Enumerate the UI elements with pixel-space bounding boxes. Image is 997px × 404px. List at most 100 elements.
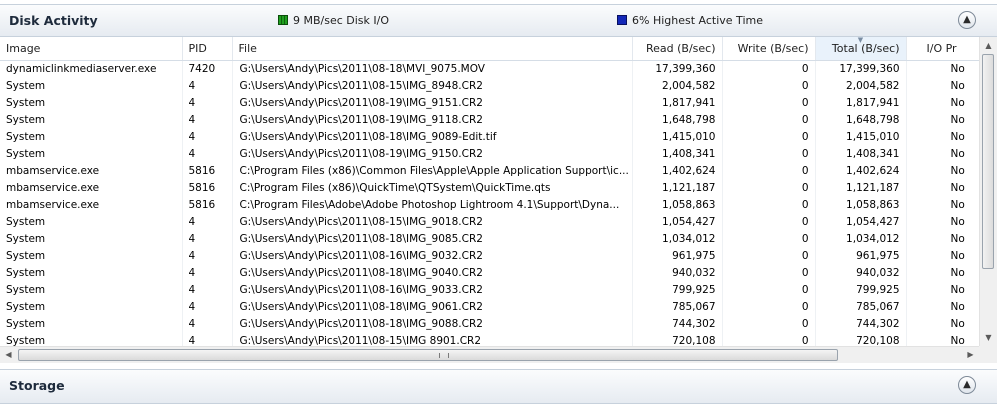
storage-collapse-button[interactable]: ▲: [958, 376, 976, 394]
cell-write: 0: [722, 230, 816, 247]
column-header-total-label: Total (B/sec): [831, 41, 900, 55]
cell-io-priority: No: [906, 145, 979, 162]
cell-write: 0: [722, 77, 816, 94]
cell-file: G:\Users\Andy\Pics\2011\08-19\IMG_9150.C…: [232, 145, 633, 162]
scroll-left-arrow-icon[interactable]: ◀: [0, 347, 17, 363]
disk-activity-collapse-button[interactable]: ▲: [958, 11, 976, 29]
cell-read: 1,415,010: [632, 128, 723, 145]
cell-image: mbamservice.exe: [0, 162, 183, 179]
cell-pid: 4: [182, 111, 233, 128]
table-row[interactable]: System 4 G:\Users\Andy\Pics\2011\08-16\IMG…: [0, 281, 979, 298]
scroll-down-arrow-icon[interactable]: ▼: [980, 329, 997, 346]
cell-total: 744,302: [815, 315, 907, 332]
column-header-image[interactable]: Image: [0, 37, 183, 61]
table-row[interactable]: System 4 G:\Users\Andy\Pics\2011\08-18\IMG…: [0, 230, 979, 247]
cell-pid: 4: [182, 230, 233, 247]
cell-read: 1,058,863: [632, 196, 723, 213]
scroll-grip-icon: [439, 353, 449, 358]
cell-total: 1,402,624: [815, 162, 907, 179]
table-row[interactable]: System 4 G:\Users\Andy\Pics\2011\08-19\IMG…: [0, 145, 979, 162]
table-row[interactable]: System 4 G:\Users\Andy\Pics\2011\08-18\IMG…: [0, 128, 979, 145]
cell-read: 744,302: [632, 315, 723, 332]
cell-io-priority: No: [906, 230, 979, 247]
cell-write: 0: [722, 247, 816, 264]
cell-total: 961,975: [815, 247, 907, 264]
cell-pid: 4: [182, 298, 233, 315]
table-row[interactable]: mbamservice.exe 5816 C:\Program Files\Adob…: [0, 196, 979, 213]
cell-total: 1,415,010: [815, 128, 907, 145]
cell-pid: 4: [182, 128, 233, 145]
cell-read: 961,975: [632, 247, 723, 264]
storage-header[interactable]: Storage ▲: [0, 369, 997, 404]
cell-file: G:\Users\Andy\Pics\2011\08-18\IMG_9085.C…: [232, 230, 633, 247]
cell-file: G:\Users\Andy\Pics\2011\08-18\MVI_9075.M…: [232, 60, 633, 77]
cell-read: 1,817,941: [632, 94, 723, 111]
cell-image: System: [0, 111, 183, 128]
table-row[interactable]: System 4 G:\Users\Andy\Pics\2011\08-15\IMG…: [0, 332, 979, 346]
cell-image: System: [0, 145, 183, 162]
cell-io-priority: No: [906, 298, 979, 315]
cell-io-priority: No: [906, 315, 979, 332]
column-header-write[interactable]: Write (B/sec): [722, 37, 816, 61]
table-row[interactable]: System 4 G:\Users\Andy\Pics\2011\08-15\IMG…: [0, 213, 979, 230]
cell-pid: 4: [182, 145, 233, 162]
table-row[interactable]: dynamiclinkmediaserver.exe 7420 G:\Users\A…: [0, 60, 979, 77]
cell-image: mbamservice.exe: [0, 196, 183, 213]
cell-image: mbamservice.exe: [0, 179, 183, 196]
cell-write: 0: [722, 94, 816, 111]
column-header-io-priority[interactable]: I/O Pr: [906, 37, 979, 61]
cell-pid: 4: [182, 94, 233, 111]
scroll-up-arrow-icon[interactable]: ▲: [980, 37, 997, 54]
scrollbar-corner: [979, 346, 997, 363]
cell-image: System: [0, 77, 183, 94]
cell-total: 1,408,341: [815, 145, 907, 162]
table-row[interactable]: System 4 G:\Users\Andy\Pics\2011\08-18\IMG…: [0, 315, 979, 332]
cell-io-priority: No: [906, 111, 979, 128]
table-row[interactable]: System 4 G:\Users\Andy\Pics\2011\08-15\IMG…: [0, 77, 979, 94]
cell-io-priority: No: [906, 247, 979, 264]
cell-file: G:\Users\Andy\Pics\2011\08-16\IMG_9033.C…: [232, 281, 633, 298]
horizontal-scrollbar[interactable]: ◀ ▶: [0, 346, 979, 363]
table-row[interactable]: mbamservice.exe 5816 C:\Program Files (x86…: [0, 162, 979, 179]
vertical-scrollbar[interactable]: ▲ ▼: [979, 37, 997, 346]
cell-image: System: [0, 332, 183, 346]
table-row[interactable]: System 4 G:\Users\Andy\Pics\2011\08-18\IMG…: [0, 298, 979, 315]
disk-io-stat: 9 MB/sec Disk I/O: [278, 14, 389, 27]
table-row[interactable]: System 4 G:\Users\Andy\Pics\2011\08-19\IMG…: [0, 94, 979, 111]
cell-io-priority: No: [906, 162, 979, 179]
disk-activity-table-container: Image PID File Read (B/sec) Write (B/sec…: [0, 37, 979, 346]
cell-io-priority: No: [906, 196, 979, 213]
active-time-stat: 6% Highest Active Time: [617, 14, 763, 27]
disk-activity-header[interactable]: Disk Activity 9 MB/sec Disk I/O 6% Highe…: [0, 4, 997, 37]
cell-pid: 4: [182, 247, 233, 264]
cell-file: G:\Users\Andy\Pics\2011\08-19\IMG_9118.C…: [232, 111, 633, 128]
column-header-read[interactable]: Read (B/sec): [632, 37, 723, 61]
column-header-file[interactable]: File: [232, 37, 633, 61]
vertical-scroll-thumb[interactable]: [982, 54, 994, 269]
column-header-pid[interactable]: PID: [182, 37, 233, 61]
cell-image: dynamiclinkmediaserver.exe: [0, 60, 183, 77]
horizontal-scroll-thumb[interactable]: [18, 349, 838, 361]
cell-io-priority: No: [906, 281, 979, 298]
table-row[interactable]: System 4 G:\Users\Andy\Pics\2011\08-16\IMG…: [0, 247, 979, 264]
chevron-up-icon: ▲: [963, 14, 971, 25]
cell-total: 785,067: [815, 298, 907, 315]
cell-write: 0: [722, 162, 816, 179]
column-header-total[interactable]: ▼ Total (B/sec): [814, 37, 907, 61]
cell-file: G:\Users\Andy\Pics\2011\08-15\IMG_9018.C…: [232, 213, 633, 230]
scroll-right-arrow-icon[interactable]: ▶: [962, 347, 979, 363]
cell-image: System: [0, 264, 183, 281]
table-row[interactable]: System 4 G:\Users\Andy\Pics\2011\08-19\IMG…: [0, 111, 979, 128]
table-row[interactable]: mbamservice.exe 5816 C:\Program Files (x86…: [0, 179, 979, 196]
cell-pid: 7420: [182, 60, 233, 77]
cell-total: 1,817,941: [815, 94, 907, 111]
cell-write: 0: [722, 332, 816, 346]
cell-pid: 5816: [182, 196, 233, 213]
table-row[interactable]: System 4 G:\Users\Andy\Pics\2011\08-18\IMG…: [0, 264, 979, 281]
disk-activity-table: Image PID File Read (B/sec) Write (B/sec…: [0, 37, 979, 346]
cell-image: System: [0, 298, 183, 315]
cell-write: 0: [722, 315, 816, 332]
cell-read: 1,648,798: [632, 111, 723, 128]
cell-image: System: [0, 281, 183, 298]
chevron-up-icon: ▲: [963, 379, 971, 390]
